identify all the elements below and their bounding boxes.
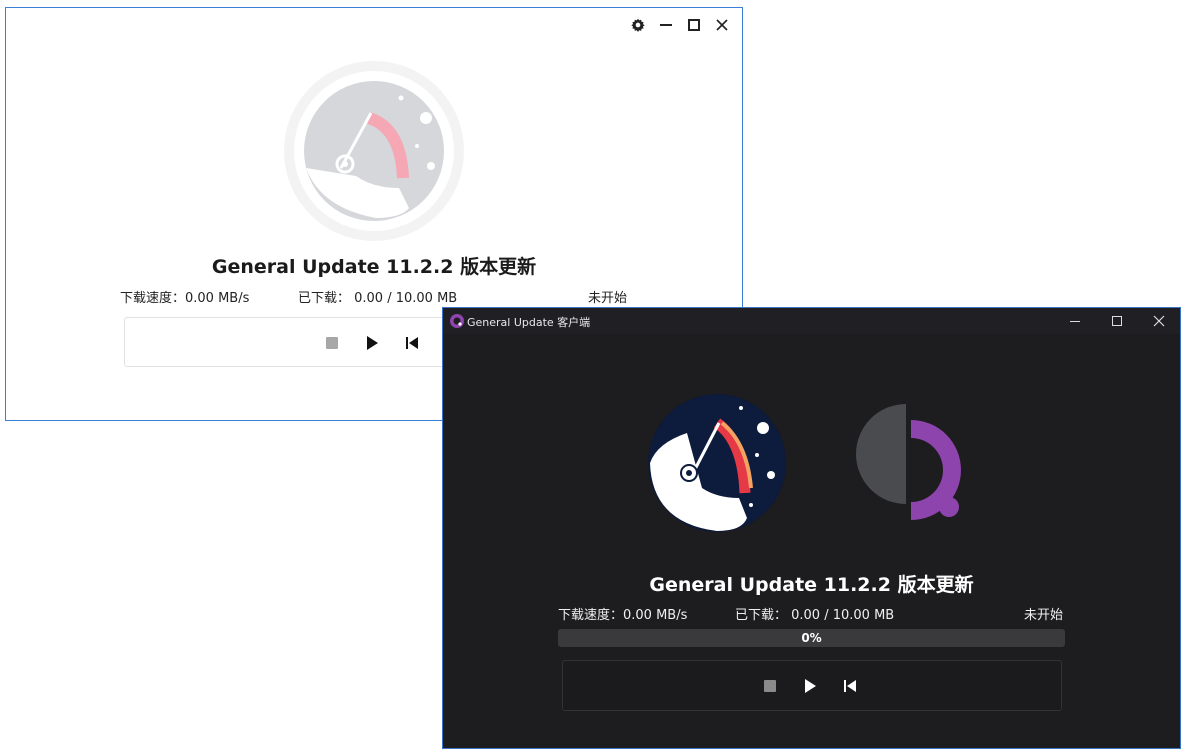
gear-icon <box>631 18 645 32</box>
download-speed: 下载速度：0.00 MB/s <box>120 291 250 306</box>
stop-icon <box>326 337 338 349</box>
maximize-icon <box>688 19 700 31</box>
general-update-logo <box>856 404 961 520</box>
progress-bar: 0% <box>558 629 1065 647</box>
skip-back-icon <box>844 680 856 692</box>
astronaut-logo <box>284 61 464 241</box>
settings-button[interactable] <box>628 16 648 34</box>
downloaded-amount: 已下载： 0.00 / 10.00 MB <box>735 608 895 623</box>
maximize-button[interactable] <box>1096 308 1138 334</box>
play-button[interactable] <box>363 334 381 352</box>
status-text: 未开始 <box>1024 608 1064 623</box>
dark-update-window: General Update 客户端 General Update 11.2.2… <box>442 307 1181 749</box>
downloaded-amount: 已下载： 0.00 / 10.00 MB <box>298 291 458 306</box>
title-bar: General Update 客户端 <box>443 308 1180 334</box>
close-button[interactable] <box>1138 308 1180 334</box>
close-icon <box>1153 315 1165 327</box>
stop-button[interactable] <box>761 677 779 695</box>
close-button[interactable] <box>712 16 732 34</box>
download-speed: 下载速度：0.00 MB/s <box>558 608 688 623</box>
stop-icon <box>764 680 776 692</box>
dark-window-controls <box>1054 308 1180 334</box>
minimize-button[interactable] <box>656 16 676 34</box>
light-window-controls <box>628 16 732 34</box>
restart-button[interactable] <box>403 334 421 352</box>
close-icon <box>716 19 728 31</box>
skip-back-icon <box>406 337 418 349</box>
play-icon <box>805 679 816 693</box>
status-text: 未开始 <box>588 291 628 306</box>
update-title: General Update 11.2.2 版本更新 <box>211 256 537 278</box>
maximize-button[interactable] <box>684 16 704 34</box>
minimize-icon <box>660 24 672 26</box>
play-icon <box>367 336 378 350</box>
progress-text: 0% <box>801 631 822 645</box>
stop-button[interactable] <box>323 334 341 352</box>
maximize-icon <box>1112 316 1122 326</box>
app-icon <box>450 314 464 328</box>
restart-button[interactable] <box>841 677 859 695</box>
control-panel <box>562 660 1062 711</box>
play-button[interactable] <box>801 677 819 695</box>
minimize-button[interactable] <box>1054 308 1096 334</box>
window-title: General Update 客户端 <box>467 316 591 329</box>
astronaut-logo <box>648 394 786 532</box>
minimize-icon <box>1070 321 1080 322</box>
update-title: General Update 11.2.2 版本更新 <box>649 574 974 596</box>
